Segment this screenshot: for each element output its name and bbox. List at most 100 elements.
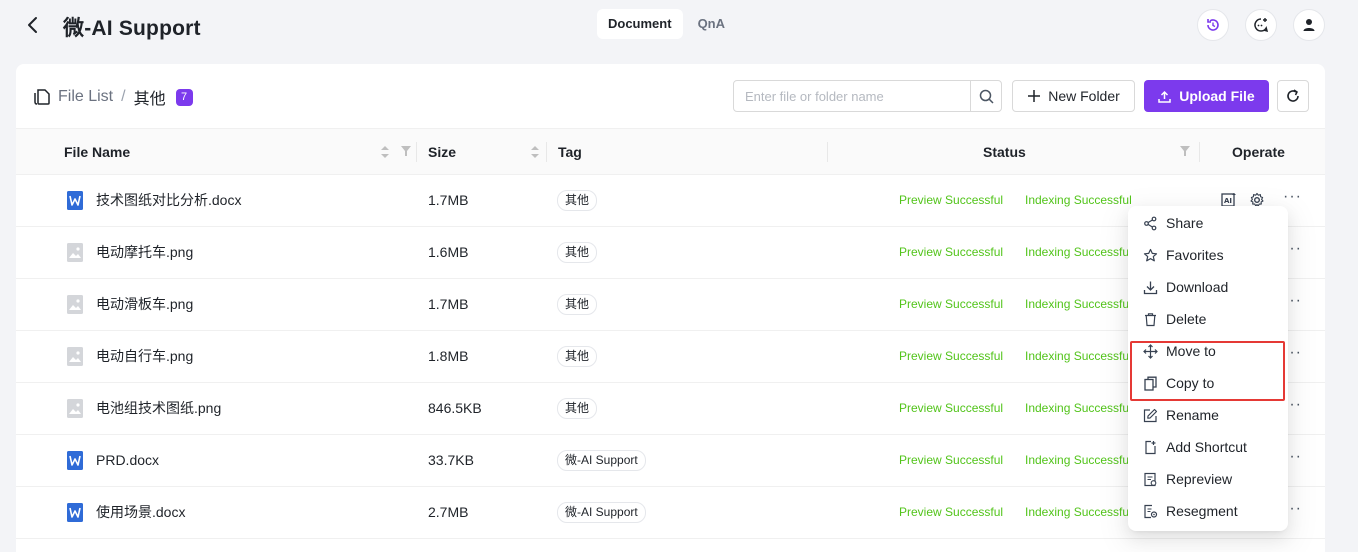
file-context-menu: Share Favorites Download Delete Move to Copy … (1128, 206, 1288, 531)
new-folder-label: New Folder (1048, 88, 1120, 104)
sort-icon[interactable] (530, 145, 540, 159)
sort-icon[interactable] (380, 145, 390, 159)
search-input[interactable] (734, 81, 970, 111)
image-file-icon (67, 243, 83, 262)
file-name[interactable]: 技术图纸对比分析.docx (96, 175, 241, 226)
menu-item-label: Copy to (1166, 375, 1215, 391)
menu-item-label: Add Shortcut (1166, 439, 1247, 455)
user-avatar-button[interactable] (1293, 9, 1325, 41)
file-name[interactable]: PRD.docx (96, 435, 159, 486)
file-name[interactable]: 电动自行车.png (96, 331, 193, 382)
file-size: 1.7MB (428, 296, 469, 312)
column-divider (416, 142, 417, 162)
app-title: 微-AI Support (63, 17, 201, 40)
tab-document[interactable]: Document (597, 9, 683, 39)
menu-item-add-shortcut[interactable]: Add Shortcut (1132, 432, 1284, 462)
new-chat-button[interactable] (1245, 9, 1277, 41)
image-file-icon (67, 295, 83, 314)
share-icon (1144, 216, 1157, 230)
back-button[interactable] (22, 13, 44, 37)
svg-text:AI: AI (1224, 197, 1232, 205)
menu-item-label: Resegment (1166, 503, 1238, 519)
menu-item-label: Share (1166, 215, 1204, 231)
file-size: 2.7MB (428, 504, 469, 520)
file-name[interactable]: 电动摩托车.png (96, 227, 193, 278)
refresh-button[interactable] (1277, 80, 1309, 112)
indexing-status: Indexing Successful (1025, 453, 1132, 467)
column-tag: Tag (558, 144, 582, 160)
column-divider (546, 142, 547, 162)
preview-status: Preview Successful (899, 401, 1004, 415)
menu-item-copy-to[interactable]: Copy to (1132, 368, 1284, 398)
filter-icon[interactable] (400, 145, 412, 157)
move-icon (1143, 343, 1158, 359)
file-size: 1.7MB (428, 192, 469, 208)
column-size: Size (428, 144, 457, 160)
menu-item-label: Delete (1166, 311, 1207, 327)
plus-icon (1028, 90, 1041, 102)
refresh-icon (1287, 89, 1299, 102)
indexing-status: Indexing Successful (1025, 297, 1132, 311)
preview-status: Preview Successful (899, 245, 1004, 259)
word-doc-icon (67, 503, 83, 522)
menu-item-favorites[interactable]: Favorites (1132, 240, 1284, 270)
filter-icon[interactable] (1179, 145, 1191, 157)
menu-item-move-to[interactable]: Move to (1132, 336, 1284, 366)
breadcrumb-current: 其他 (133, 91, 166, 108)
chevron-left-icon (28, 17, 37, 33)
upload-icon (1158, 90, 1172, 103)
menu-item-share[interactable]: Share (1132, 208, 1284, 238)
image-file-icon (67, 347, 83, 366)
file-tag: 其他 (557, 398, 598, 419)
download-icon (1143, 281, 1158, 294)
chat-plus-icon (1254, 18, 1269, 33)
indexing-status: Indexing Successful (1025, 193, 1132, 207)
indexing-status: Indexing Successful (1025, 401, 1132, 415)
menu-item-delete[interactable]: Delete (1132, 304, 1284, 334)
upload-file-button[interactable]: Upload File (1144, 80, 1269, 112)
search-icon (979, 89, 994, 104)
search-box (733, 80, 1002, 112)
files-icon (34, 89, 50, 105)
preview-status: Preview Successful (899, 505, 1004, 519)
file-name[interactable]: 使用场景.docx (96, 487, 185, 538)
menu-item-label: Repreview (1166, 471, 1233, 487)
menu-item-label: Rename (1166, 407, 1219, 423)
preview-status: Preview Successful (899, 193, 1004, 207)
file-count-badge: 7 (175, 88, 193, 106)
history-button[interactable] (1197, 9, 1229, 41)
copy-icon (1144, 376, 1157, 391)
new-folder-button[interactable]: New Folder (1012, 80, 1135, 112)
menu-item-rename[interactable]: Rename (1132, 400, 1284, 430)
file-tag: 其他 (557, 294, 598, 315)
column-divider (1199, 142, 1200, 162)
view-tabs: Document QnA (597, 9, 736, 39)
file-tag: 微-AI Support (557, 502, 646, 523)
menu-item-download[interactable]: Download (1132, 272, 1284, 302)
star-icon (1143, 248, 1158, 261)
preview-status: Preview Successful (899, 349, 1004, 363)
file-tag: 微-AI Support (557, 450, 646, 471)
indexing-status: Indexing Successful (1025, 349, 1132, 363)
file-name[interactable]: 电动滑板车.png (96, 279, 193, 330)
menu-item-resegment[interactable]: Resegment (1132, 496, 1284, 526)
file-tag: 其他 (557, 190, 598, 211)
menu-item-label: Download (1166, 279, 1229, 295)
column-divider (827, 142, 828, 162)
search-button[interactable] (970, 81, 1001, 111)
column-file-name: File Name (64, 144, 131, 160)
file-name[interactable]: 电池组技术图纸.png (96, 383, 221, 434)
breadcrumb-root[interactable]: File List (58, 88, 113, 106)
tab-qna[interactable]: QnA (687, 9, 736, 39)
menu-item-label: Favorites (1166, 247, 1224, 263)
menu-item-label: Move to (1166, 343, 1216, 359)
column-operate: Operate (1232, 144, 1285, 160)
file-size: 1.8MB (428, 348, 469, 364)
file-tag: 其他 (557, 242, 598, 263)
add-shortcut-icon (1145, 440, 1156, 454)
menu-item-repreview[interactable]: Repreview (1132, 464, 1284, 494)
preview-status: Preview Successful (899, 453, 1004, 467)
file-size: 33.7KB (428, 452, 474, 468)
upload-file-label: Upload File (1179, 88, 1255, 104)
preview-status: Preview Successful (899, 297, 1004, 311)
